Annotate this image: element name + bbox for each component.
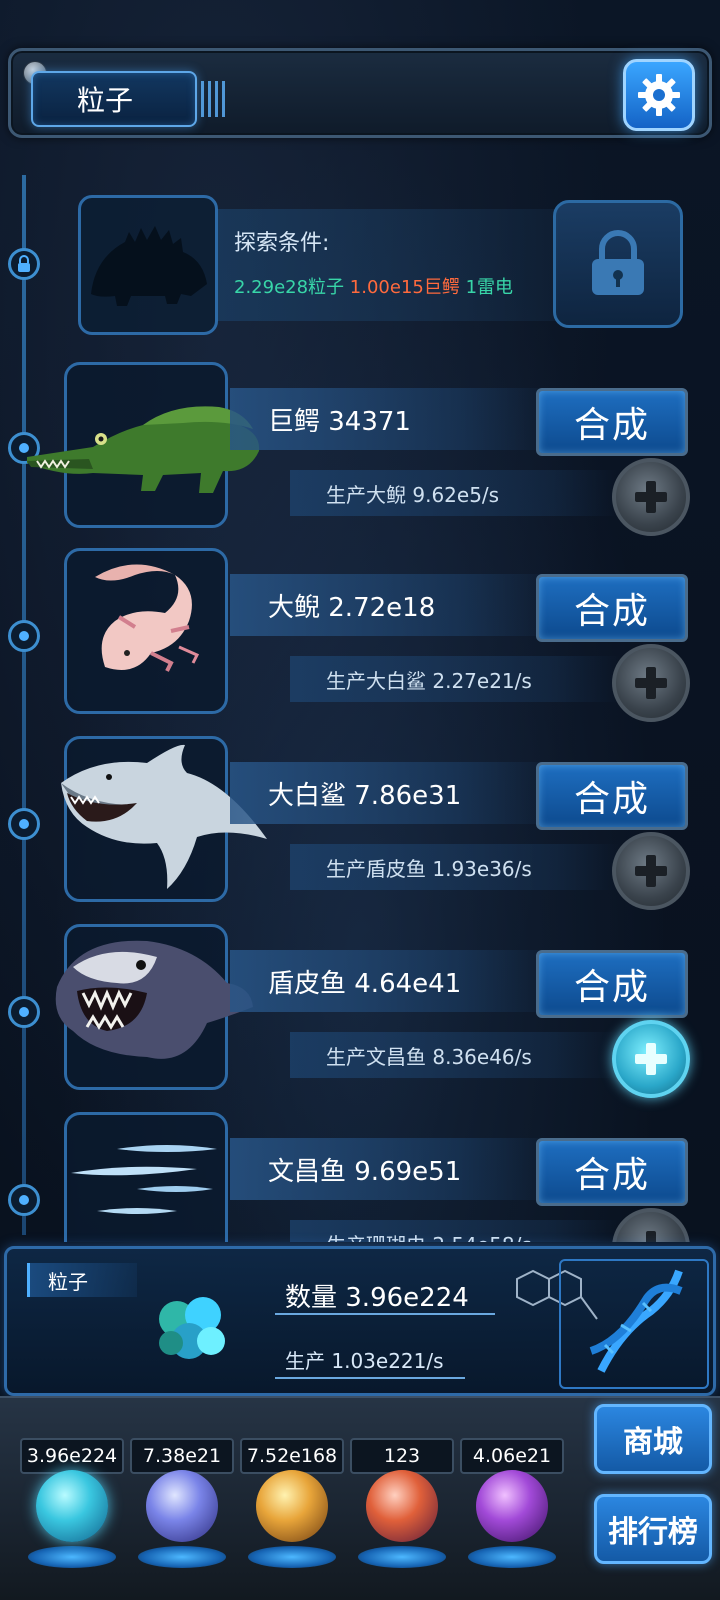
add-button[interactable] <box>612 458 690 536</box>
dna-icon <box>589 1269 683 1373</box>
creature-portrait <box>64 1112 228 1242</box>
add-button[interactable] <box>612 1020 690 1098</box>
explore-costs: 2.29e28粒子 1.00e15巨鳄 1雷电 <box>234 273 513 299</box>
locked-creature-card: 探索条件: 2.29e28粒子 1.00e15巨鳄 1雷电 <box>78 195 688 335</box>
synthesize-button[interactable]: 合成 <box>536 1138 688 1206</box>
creature-portrait <box>64 548 228 714</box>
creature-production: 生产文昌鱼 8.36e46/s <box>290 1032 620 1078</box>
explore-condition-label: 探索条件: <box>234 231 330 256</box>
stat-vortex: 4.06e21 <box>460 1438 564 1474</box>
fire-orb-icon <box>256 1470 328 1542</box>
creature-row-salamander: 大鲵 2.72e18 生产大白鲨 2.27e21/s 合成 <box>0 548 720 728</box>
add-button[interactable] <box>612 1208 690 1242</box>
vortex-orb-icon <box>476 1470 548 1542</box>
shop-button[interactable]: 商城 <box>594 1404 712 1474</box>
creature-portrait <box>61 736 267 902</box>
resource-panel: 粒子 数量 3.96e224 生产 1.03e221/s <box>4 1246 716 1396</box>
brain-orb-icon <box>366 1470 438 1542</box>
plus-icon <box>635 667 667 699</box>
resource-tag: 粒子 <box>27 1263 137 1297</box>
lock-icon <box>18 255 30 272</box>
cost-particles: 2.29e28粒子 <box>234 277 345 298</box>
gear-icon <box>638 74 680 116</box>
decorative-line <box>275 1313 495 1315</box>
ranking-button[interactable]: 排行榜 <box>594 1494 712 1564</box>
creature-portrait <box>55 924 253 1090</box>
creature-production: 生产珊瑚虫 2.54e58/s <box>290 1220 620 1242</box>
top-bar: 粒子 <box>8 48 712 138</box>
lock-icon <box>592 230 644 295</box>
unlock-button[interactable] <box>553 200 683 328</box>
creature-row-shark: 大白鲨 7.86e31 生产盾皮鱼 1.93e36/s 合成 <box>0 736 720 916</box>
orb-brain[interactable] <box>352 1470 452 1574</box>
resource-count: 数量 3.96e224 <box>285 1283 469 1313</box>
plus-icon <box>635 481 667 513</box>
resource-rate: 生产 1.03e221/s <box>285 1349 444 1373</box>
orb-particles[interactable] <box>22 1470 122 1574</box>
locked-portrait-frame <box>78 195 218 335</box>
synthesize-button[interactable]: 合成 <box>536 950 688 1018</box>
creature-production: 生产大鲵 9.62e5/s <box>290 470 620 516</box>
creature-portrait <box>27 362 260 528</box>
orb-lightning[interactable] <box>132 1470 232 1574</box>
creature-row-lancelet: 文昌鱼 9.69e51 生产珊瑚虫 2.54e58/s 合成 <box>0 1112 720 1242</box>
add-button[interactable] <box>612 832 690 910</box>
orb-vortex[interactable] <box>462 1470 562 1574</box>
stat-particles: 3.96e224 <box>20 1438 124 1474</box>
creature-name: 文昌鱼 9.69e51 <box>230 1138 560 1200</box>
timeline-lock-node <box>8 248 40 280</box>
decorative-line <box>275 1377 465 1379</box>
cost-lightning: 1雷电 <box>465 277 514 298</box>
particle-cluster-icon <box>159 1297 225 1359</box>
creature-production: 生产大白鲨 2.27e21/s <box>290 656 620 702</box>
stat-lightning: 7.38e21 <box>130 1438 234 1474</box>
dna-frame <box>559 1259 709 1389</box>
creature-production: 生产盾皮鱼 1.93e36/s <box>290 844 620 890</box>
creature-name: 盾皮鱼 4.64e41 <box>230 950 560 1012</box>
armored-fish-icon <box>55 940 253 1059</box>
plus-icon <box>635 1043 667 1075</box>
synthesize-button[interactable]: 合成 <box>536 762 688 830</box>
hedgehog-silhouette-icon <box>91 226 207 306</box>
add-button[interactable] <box>612 644 690 722</box>
settings-button[interactable] <box>623 59 695 131</box>
plus-icon <box>635 855 667 887</box>
particle-orb-icon <box>36 1470 108 1542</box>
salamander-icon <box>95 564 200 672</box>
creature-name: 巨鳄 34371 <box>230 388 560 450</box>
creature-name: 大白鲨 7.86e31 <box>230 762 560 824</box>
decorative-stripes <box>201 81 225 117</box>
creature-row-crocodile: 巨鳄 34371 生产大鲵 9.62e5/s 合成 <box>0 362 720 542</box>
stat-fire: 7.52e168 <box>240 1438 344 1474</box>
creature-name: 大鲵 2.72e18 <box>230 574 560 636</box>
lancelet-icon <box>71 1145 217 1214</box>
synthesize-button[interactable]: 合成 <box>536 388 688 456</box>
stat-brain: 123 <box>350 1438 454 1474</box>
orb-fire[interactable] <box>242 1470 342 1574</box>
page-title: 粒子 <box>31 71 197 127</box>
synthesize-button[interactable]: 合成 <box>536 574 688 642</box>
crocodile-icon <box>27 406 260 493</box>
plus-icon <box>646 1231 656 1242</box>
lightning-orb-icon <box>146 1470 218 1542</box>
cost-crocodile: 1.00e15巨鳄 <box>349 277 460 298</box>
creature-row-dunkleosteus: 盾皮鱼 4.64e41 生产文昌鱼 8.36e46/s 合成 <box>0 924 720 1104</box>
